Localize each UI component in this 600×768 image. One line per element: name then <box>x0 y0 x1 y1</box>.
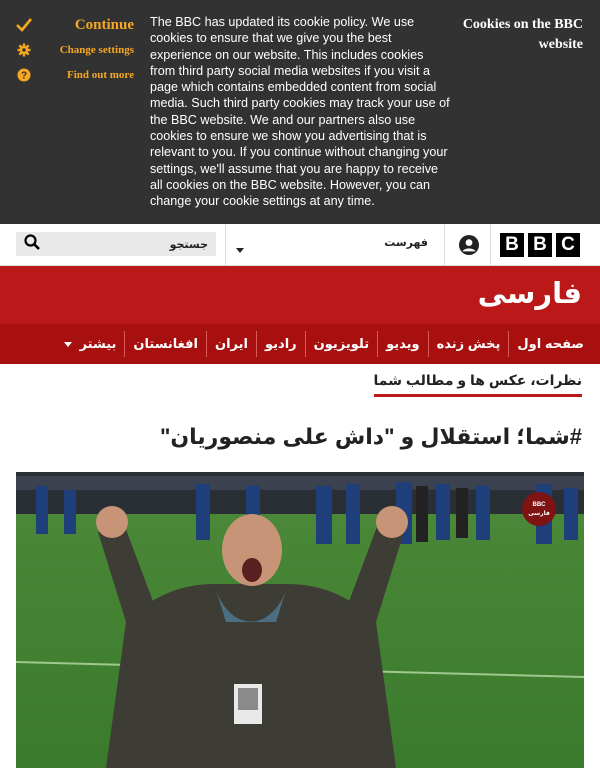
continue-button[interactable]: Continue <box>14 14 134 36</box>
nav-item-live[interactable]: پخش زنده <box>427 331 509 357</box>
search-input[interactable]: جستجو <box>16 232 216 256</box>
logo-letter: B <box>500 233 524 257</box>
gear-icon <box>14 40 34 60</box>
article-headline: #شما؛ استقلال و "داش علی منصوریان" <box>159 424 582 449</box>
brand-name[interactable]: فارسی <box>478 276 582 311</box>
logo-letter: B <box>528 233 552 257</box>
cookie-actions: Continue Change settings ? Find out more <box>14 14 134 89</box>
question-icon: ? <box>14 65 34 85</box>
bbc-logo[interactable]: B B C <box>500 233 580 257</box>
menu-button[interactable]: فهرست <box>380 236 428 249</box>
nav-item-tv[interactable]: تلویزیون <box>304 331 377 357</box>
nav-more-button[interactable]: بیشتر <box>56 331 125 357</box>
main-nav: صفحه اول پخش زنده ویدیو تلویزیون رادیو ا… <box>0 324 600 364</box>
image-badge: BBC فارسی <box>522 492 556 526</box>
masthead: جستجو فهرست B B C <box>0 224 600 266</box>
nav-more-label: بیشتر <box>79 336 117 351</box>
nav-item-home[interactable]: صفحه اول <box>508 331 592 357</box>
change-settings-label: Change settings <box>59 44 134 56</box>
change-settings-button[interactable]: Change settings <box>14 39 134 61</box>
chevron-down-icon[interactable] <box>236 241 244 259</box>
check-icon <box>14 15 34 35</box>
account-icon[interactable] <box>458 234 480 256</box>
section-link[interactable]: نظرات، عکس ها و مطالب شما <box>373 372 582 397</box>
cookie-title: Cookies on the BBC website <box>462 17 583 52</box>
caret-down-icon <box>63 331 72 357</box>
find-out-more-label: Find out more <box>66 69 134 81</box>
search-placeholder: جستجو <box>169 238 208 251</box>
nav-item-radio[interactable]: رادیو <box>255 331 305 357</box>
article-image: BBC فارسی <box>16 472 584 768</box>
nav-item-afghanistan[interactable]: افغانستان <box>124 331 206 357</box>
divider <box>225 224 226 265</box>
nav-item-iran[interactable]: ایران <box>206 331 256 357</box>
brand-bar: فارسی <box>0 266 600 324</box>
search-icon[interactable] <box>24 233 40 255</box>
nav-items: صفحه اول پخش زنده ویدیو تلویزیون رادیو ا… <box>56 331 592 357</box>
find-out-more-link[interactable]: ? Find out more <box>14 64 134 86</box>
cookie-banner: Continue Change settings ? Find out more… <box>0 0 600 224</box>
cookie-message: The BBC has updated its cookie policy. W… <box>150 15 450 209</box>
divider <box>490 224 491 265</box>
divider <box>444 224 445 265</box>
logo-letter: C <box>556 233 580 257</box>
continue-label: Continue <box>74 16 134 33</box>
nav-item-video[interactable]: ویدیو <box>377 331 428 357</box>
svg-text:?: ? <box>21 71 27 82</box>
